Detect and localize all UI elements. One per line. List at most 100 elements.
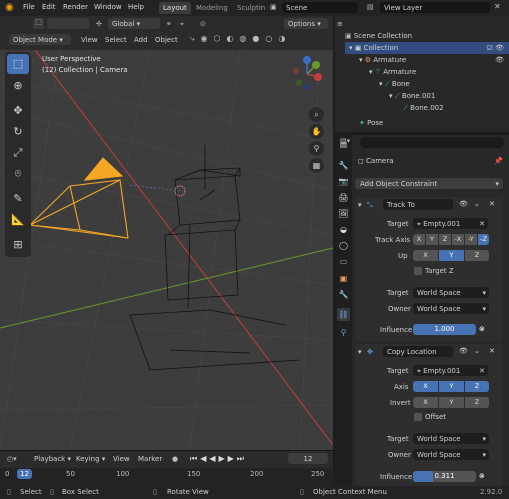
outliner-item-bone-002[interactable]: ⟋ Bone.002 xyxy=(345,102,509,114)
view-layer-tab-icon[interactable]: 🖼 xyxy=(337,207,350,220)
transform-orientation-icon[interactable]: ✣ xyxy=(96,20,102,28)
transform-icon[interactable]: ⌾ xyxy=(7,164,29,184)
target-field[interactable]: ⌖ Empty.001 ✕ xyxy=(413,218,488,229)
invert-y[interactable]: Y xyxy=(439,397,464,408)
panel-collapse-icon[interactable]: ▾ xyxy=(358,201,362,209)
viewport-menu-select[interactable]: Select xyxy=(105,36,127,44)
zoom-icon[interactable]: ⌕ xyxy=(309,107,324,122)
influence-slider[interactable]: 1.000 xyxy=(413,324,476,335)
influence-slider[interactable]: 0.311 xyxy=(413,471,476,482)
timeline-menu-marker[interactable]: Marker xyxy=(138,455,162,463)
constraint-menu-icon[interactable]: ⌄ xyxy=(474,347,480,355)
outliner-item-armature-object[interactable]: ▾ ⚙ Armature 👁 xyxy=(345,54,509,66)
track-axis-neg-z[interactable]: -Z xyxy=(478,234,489,245)
track-axis-neg-x[interactable]: -X xyxy=(452,234,464,245)
current-frame-indicator[interactable]: 12 xyxy=(17,469,32,479)
scene-icon[interactable]: ▣ xyxy=(270,3,277,11)
outliner-item-scene-collection[interactable]: ▣ Scene Collection xyxy=(345,30,509,42)
annotate-icon[interactable]: ✎ xyxy=(7,189,29,209)
playback-controls-icon[interactable]: ⏮◀◀▶▶⏭ xyxy=(190,454,247,464)
properties-search-field[interactable] xyxy=(360,137,504,148)
properties-header-dropdown[interactable]: ▤▾ xyxy=(340,137,354,148)
menu-file[interactable]: File xyxy=(23,3,35,11)
world-tab-icon[interactable]: ◯ xyxy=(337,239,350,252)
remove-constraint-icon[interactable]: ✕ xyxy=(489,200,495,208)
menu-help[interactable]: Help xyxy=(128,3,144,11)
tool-tab-icon[interactable]: 🔧 xyxy=(337,159,350,172)
viewport-menu-add[interactable]: Add xyxy=(134,36,148,44)
target-z-checkbox[interactable] xyxy=(414,267,422,275)
target-field[interactable]: ⌖ Empty.001 ✕ xyxy=(413,365,488,376)
output-tab-icon[interactable]: 🖨 xyxy=(337,191,350,204)
disable-keep-transform-icon[interactable]: ⊗ xyxy=(479,325,485,333)
up-axis-x[interactable]: X xyxy=(413,250,438,261)
viewport-3d[interactable] xyxy=(0,50,333,450)
invert-x[interactable]: X xyxy=(413,397,438,408)
space-target-dropdown[interactable]: World Space ▾ xyxy=(413,433,489,444)
axis-z[interactable]: Z xyxy=(465,381,489,392)
clear-target-icon[interactable]: ✕ xyxy=(479,220,485,228)
current-frame-field[interactable]: 12 xyxy=(288,453,328,464)
pan-hand-icon[interactable]: ✋ xyxy=(309,124,324,139)
track-axis-x[interactable]: X xyxy=(413,234,425,245)
scene-field[interactable]: Scene xyxy=(282,2,358,13)
object-tab-icon[interactable]: ▣ xyxy=(337,272,350,285)
pivot-icon[interactable]: ⚭ xyxy=(166,20,172,28)
tab-modeling[interactable]: Modeling xyxy=(192,2,232,14)
invert-z[interactable]: Z xyxy=(465,397,489,408)
timeline-track[interactable] xyxy=(0,468,333,486)
clear-target-icon[interactable]: ✕ xyxy=(479,367,485,375)
view-layer-field[interactable]: View Layer xyxy=(380,2,490,13)
outliner-item-bone-001[interactable]: ▾ ⟋ Bone.001 xyxy=(345,90,509,102)
tab-layout[interactable]: Layout xyxy=(159,2,191,14)
render-tab-icon[interactable]: 📷 xyxy=(337,175,350,188)
constraint-menu-icon[interactable]: ⌄ xyxy=(474,200,480,208)
up-axis-y[interactable]: Y xyxy=(439,250,464,261)
copy-location-name-field[interactable]: Copy Location xyxy=(383,346,453,357)
track-axis-neg-y[interactable]: -Y xyxy=(465,234,477,245)
timeline-menu-keying[interactable]: Keying ▾ xyxy=(76,455,105,463)
menu-window[interactable]: Window xyxy=(94,3,122,11)
outliner-item-bone[interactable]: ▾ ⟋ Bone xyxy=(345,78,509,90)
orientation-dropdown[interactable]: Global ▾ xyxy=(108,18,160,29)
proportional-edit-icon[interactable]: ⊙ xyxy=(200,20,206,28)
cursor-icon[interactable]: ⊕ xyxy=(7,76,29,96)
track-axis-z[interactable]: Z xyxy=(439,234,451,245)
outliner-editor-icon[interactable]: ≡ xyxy=(337,18,343,30)
scene-tab-icon[interactable]: ◒ xyxy=(337,223,350,236)
offset-checkbox[interactable] xyxy=(414,413,422,421)
pin-icon[interactable]: 📌 xyxy=(494,157,503,165)
panel-collapse-icon[interactable]: ▾ xyxy=(358,348,362,356)
add-cube-icon[interactable]: ⊞ xyxy=(7,235,29,255)
tab-sculpting[interactable]: Sculptin xyxy=(233,2,269,14)
blender-logo-icon[interactable]: ◉ xyxy=(5,2,14,13)
outliner-item-armature-data[interactable]: ▾ ⚚ Armature xyxy=(345,66,509,78)
viewport-menu-object[interactable]: Object xyxy=(155,36,178,44)
menu-edit[interactable]: Edit xyxy=(42,3,56,11)
record-icon[interactable]: ● xyxy=(172,455,178,463)
remove-constraint-icon[interactable]: ✕ xyxy=(489,347,495,355)
timeline-menu-view[interactable]: View xyxy=(113,455,130,463)
eye-icon[interactable]: 👁 xyxy=(495,42,504,54)
timeline-menu-playback[interactable]: Playback ▾ xyxy=(34,455,71,463)
track-to-name-field[interactable]: Track To xyxy=(383,199,453,210)
select-mode-icons[interactable] xyxy=(47,18,89,29)
visibility-eye-icon[interactable]: 👁 xyxy=(459,347,468,355)
mode-dropdown[interactable]: Object Mode ▾ xyxy=(9,34,71,45)
eye-icon[interactable]: 👁 xyxy=(495,54,504,66)
collection-tab-icon[interactable]: ▭ xyxy=(337,255,350,268)
navigation-gizmo[interactable] xyxy=(289,56,325,92)
close-icon[interactable]: ✕ xyxy=(494,2,501,11)
camera-view-icon[interactable]: ⚲ xyxy=(309,141,324,156)
constraint-tab-icon[interactable]: ⛓ xyxy=(337,308,350,321)
rotate-icon[interactable]: ↻ xyxy=(7,122,29,142)
track-axis-y[interactable]: Y xyxy=(426,234,438,245)
disable-keep-transform-icon[interactable]: ⊗ xyxy=(479,472,485,480)
measure-icon[interactable]: 📐 xyxy=(7,210,29,230)
up-axis-z[interactable]: Z xyxy=(465,250,489,261)
viewport-menu-view[interactable]: View xyxy=(81,36,98,44)
space-owner-dropdown[interactable]: World Space ▾ xyxy=(413,303,489,314)
checkbox-icon[interactable]: ☑ xyxy=(487,42,493,54)
timeline-editor-icon[interactable]: ◴▾ xyxy=(7,455,17,463)
options-dropdown[interactable]: Options ▾ xyxy=(284,18,328,29)
